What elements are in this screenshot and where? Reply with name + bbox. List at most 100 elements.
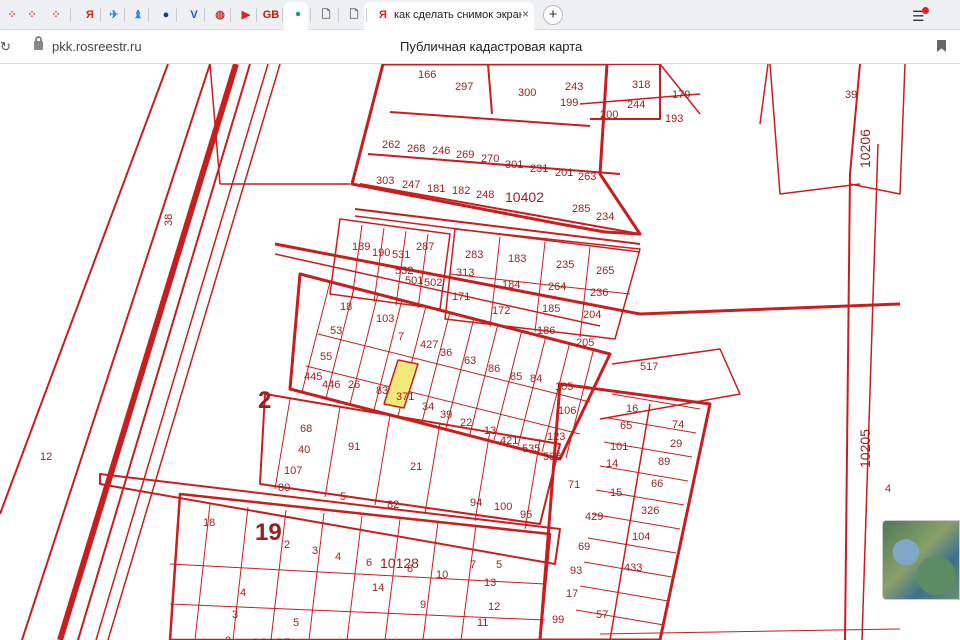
url-field[interactable]: pkk.rosreestr.ru — [52, 39, 142, 54]
rosreestr-icon[interactable]: ꔷ — [290, 7, 306, 23]
parcel-number-label: 18 — [340, 301, 352, 313]
parcel-number-label: 235 — [556, 259, 574, 271]
parcel-number-label: 10206 — [857, 129, 873, 168]
parcel-number-label: 186 — [537, 325, 555, 337]
parcel-number-label: 38 — [163, 214, 175, 226]
parcel-number-label: 65 — [620, 420, 632, 432]
map-canvas[interactable]: 166297 300 243 318179199 24419320039262 268 24… — [0, 64, 960, 640]
bookmark-icon[interactable] — [937, 40, 946, 52]
boundary-line — [493, 329, 523, 441]
parcel-number-label: 103 — [376, 313, 394, 325]
tab-separator — [100, 8, 101, 22]
yandex-icon[interactable]: Я — [82, 7, 98, 23]
parcel-number-label: 318 — [632, 79, 650, 91]
parcel-number-label: 7 — [398, 331, 404, 343]
parcel-number-label: 234 — [596, 211, 614, 223]
parcel-number-label: 3 — [232, 609, 238, 621]
parcel-number-label: 107 — [284, 465, 302, 477]
gb-icon[interactable]: GB — [263, 7, 280, 23]
tab-separator — [176, 8, 177, 22]
grid-icon[interactable]: ⁘ — [48, 7, 64, 23]
parcel-number-label: 6 — [366, 557, 372, 569]
grid-icon[interactable]: ⁘ — [4, 7, 20, 23]
yandex-icon[interactable]: Я — [375, 7, 391, 23]
parcel-number-label: 12 — [40, 451, 52, 463]
parcel-number-label: 63 — [464, 355, 476, 367]
parcel-number-label: 68 — [300, 423, 312, 435]
boundary-line — [575, 609, 665, 626]
gift-icon[interactable]: ♝ — [130, 7, 146, 23]
globe-icon[interactable]: ● — [158, 7, 174, 23]
parcel-number-label: 301 — [505, 159, 523, 171]
parcel-number-label: 39 — [440, 409, 452, 421]
parcel-number-label: 10402 — [505, 189, 544, 205]
parcel-number-label: 446 — [322, 379, 340, 391]
youtube-icon[interactable]: ▶ — [238, 7, 254, 23]
flag-icon[interactable]: V — [186, 7, 202, 23]
tab-separator — [230, 8, 231, 22]
satellite-layer-thumbnail[interactable] — [882, 520, 960, 600]
boundary-line — [389, 111, 591, 127]
parcel-number-label: 5 — [496, 559, 502, 571]
parcel-number-label: 34 — [422, 401, 434, 413]
parcel-number-label: 193 — [665, 113, 683, 125]
boundary-line — [346, 515, 363, 640]
tab-separator — [204, 8, 205, 22]
parcel-number-label: 10205 — [857, 429, 873, 468]
parcel-number-label: 268 — [407, 143, 425, 155]
road-edge — [107, 64, 281, 640]
parcel-number-label: 123 — [547, 431, 565, 443]
parcel-number-label: 201 — [555, 167, 573, 179]
parcel-number-label: 303 — [376, 175, 394, 187]
parcel-number-label: 502 — [424, 277, 442, 289]
parcel-number-label: 39 — [845, 89, 857, 101]
document-icon[interactable]: 🗋 — [346, 7, 362, 23]
parcel-boundaries — [0, 64, 906, 640]
tab-close-icon[interactable]: × — [522, 7, 529, 21]
boundary-line — [422, 521, 439, 640]
parcel-number-label: 2 — [284, 539, 290, 551]
parcel-number-label: 536 — [543, 451, 561, 463]
parcel-number-label: 300 — [518, 87, 536, 99]
tab-separator — [256, 8, 257, 22]
parcel-number-label: 243 — [565, 81, 583, 93]
parcel-number-label: 244 — [627, 99, 645, 111]
parcel-number-label: 264 — [548, 281, 566, 293]
parcel-number-label: 36 — [440, 347, 452, 359]
cadastral-map[interactable]: 166 297 300 243 318 179 199 244 193 200 39 262 268 24… — [0, 64, 960, 640]
parcel-number-label: 57 — [596, 609, 608, 621]
parcel-number-label: 189 — [352, 241, 370, 253]
parcel-number-label: 236 — [590, 287, 608, 299]
boundary-line — [308, 512, 325, 640]
tab-separator — [282, 8, 283, 22]
parcel-number-label: 4 — [335, 551, 341, 563]
parcel-number-label: 86 — [488, 363, 500, 375]
boundary-line — [861, 143, 879, 640]
parcel-number-label: 15 — [610, 487, 622, 499]
parcel-number-label: 421 — [500, 435, 518, 447]
boundary-line — [599, 628, 901, 635]
plane-icon[interactable]: ✈ — [106, 7, 122, 23]
parcel-number-label: 248 — [476, 189, 494, 201]
parcel-number-label: 371 — [396, 391, 414, 403]
parcel-number-label: 19 — [255, 519, 282, 546]
parcel-number-label: 12 — [488, 601, 500, 613]
parcel-number-label: 263 — [578, 171, 596, 183]
boundary-line — [469, 323, 499, 435]
parcel-number-label: 16 — [626, 403, 638, 415]
parcel-number-label: 297 — [455, 81, 473, 93]
reload-icon[interactable]: ↻ — [0, 39, 11, 55]
parcel-number-label: 10128 — [380, 555, 419, 571]
new-tab-button[interactable]: + — [543, 5, 563, 25]
document-icon[interactable]: 🗋 — [318, 7, 334, 23]
parcel-number-label: 283 — [465, 249, 483, 261]
parcel-number-label: 171 — [452, 291, 470, 303]
web-icon[interactable]: ◍ — [212, 7, 228, 23]
parcel-number-label: 535 — [522, 443, 540, 455]
tab-title[interactable]: как сделать снимок экран — [394, 9, 522, 21]
parcel-number-label: 40 — [298, 444, 310, 456]
road-main — [57, 64, 239, 640]
parcel-number-label: 5 — [340, 491, 346, 503]
grid-icon[interactable]: ⁘ — [24, 7, 40, 23]
lock-icon[interactable] — [34, 36, 43, 50]
